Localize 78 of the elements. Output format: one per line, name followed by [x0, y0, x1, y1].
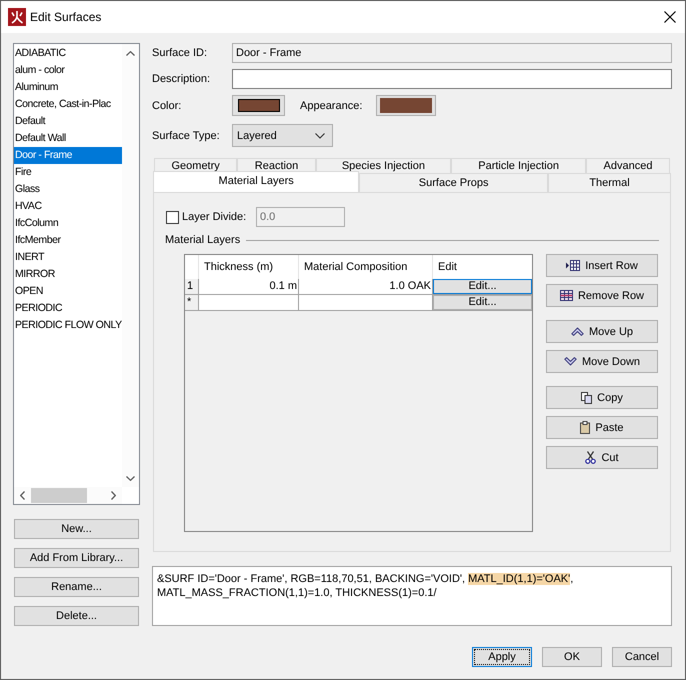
copy-icon — [581, 392, 592, 404]
corner-cell — [185, 255, 199, 279]
row-header: * — [185, 295, 199, 311]
tab[interactable]: Material Layers — [153, 171, 360, 192]
paste-button[interactable]: Paste — [546, 416, 658, 439]
field-label: Color: — [152, 100, 182, 112]
tab[interactable]: Species Injection — [316, 158, 452, 173]
insert-row-button[interactable]: Insert Row — [546, 254, 658, 277]
surface-type-dropdown[interactable]: Layered — [232, 124, 333, 147]
tab[interactable]: Particle Injection — [451, 158, 586, 173]
field-label: Surface Type: — [152, 130, 221, 142]
group-title: Material Layers — [165, 234, 240, 246]
list-item[interactable]: alum - color — [14, 62, 122, 79]
list-action-button[interactable]: New... — [14, 519, 139, 539]
list-action-button[interactable]: Rename... — [14, 577, 139, 597]
remove-row-button[interactable]: Remove Row — [546, 284, 658, 307]
list-item[interactable]: OPEN — [14, 283, 122, 300]
list-item[interactable]: IfcMember — [14, 232, 122, 249]
list-action-button[interactable]: Delete... — [14, 606, 139, 626]
column-header[interactable]: Thickness (m) — [199, 255, 299, 279]
table-cell: 1.0 OAK — [299, 279, 433, 295]
chevron-right-icon[interactable] — [111, 491, 116, 500]
copy-button[interactable]: Copy — [546, 386, 658, 409]
horizontal-scrollbar[interactable] — [14, 487, 122, 504]
chevron-up-icon[interactable] — [126, 51, 135, 56]
surface-list[interactable]: ADIABATIC alum - color Aluminum Concrete, Cast-in-Plac Default Default Wall Door - Frame Fire Glass HVAC IfcColumn IfcMember INERT MIRROR OPEN PERIODIC PERIODIC FLOW ONLY — [13, 43, 140, 505]
table-cell: 0.1 m — [199, 279, 299, 295]
dialog-button[interactable]: OK — [542, 647, 602, 667]
grid-arrow-icon — [566, 260, 580, 271]
list-item[interactable]: Default Wall — [14, 130, 122, 147]
vertical-scrollbar[interactable] — [122, 44, 139, 487]
move-up-button[interactable]: Move Up — [546, 320, 658, 343]
app-logo-icon — [8, 8, 26, 26]
list-item[interactable]: Door - Frame — [14, 147, 122, 164]
list-item[interactable]: MIRROR — [14, 266, 122, 283]
edit-button[interactable]: Edit... — [433, 279, 532, 294]
tab[interactable]: Advanced — [586, 158, 670, 173]
checkbox-label: Layer Divide: — [182, 211, 248, 223]
edit-button[interactable]: Edit... — [433, 295, 532, 310]
chevron-down-icon[interactable] — [126, 476, 135, 481]
appearance-button[interactable] — [376, 95, 436, 116]
tab[interactable]: Surface Props — [359, 173, 548, 192]
window-title: Edit Surfaces — [30, 10, 102, 24]
scrollbar-thumb[interactable] — [31, 488, 87, 503]
grid-crossed-icon — [560, 290, 573, 301]
field-label: Description: — [152, 73, 212, 85]
column-header[interactable]: Material Composition — [299, 255, 433, 279]
column-header[interactable]: Edit — [433, 255, 532, 279]
namelist-text: &SURF ID='Door - Frame', RGB=118,70,51, BACKING='VOID', MATL_ID(1,1)='OAK', MATL_MASS_FRACTION(1,1)=1.0, THICKNESS(1)=0.1/ — [152, 566, 672, 626]
list-item[interactable]: INERT — [14, 249, 122, 266]
move-down-button[interactable]: Move Down — [546, 350, 658, 373]
list-item[interactable]: Default — [14, 113, 122, 130]
clipboard-icon — [580, 421, 590, 434]
cut-button[interactable]: Cut — [546, 446, 658, 469]
field-label: Appearance: — [300, 100, 364, 112]
dialog-button[interactable]: Apply — [472, 647, 532, 667]
tab[interactable]: Thermal — [548, 173, 671, 192]
chevron-down-icon — [564, 357, 577, 366]
description-field[interactable] — [232, 69, 672, 89]
list-item[interactable]: Aluminum — [14, 79, 122, 96]
list-item[interactable]: IfcColumn — [14, 215, 122, 232]
scissors-icon — [585, 451, 596, 464]
list-action-button[interactable]: Add From Library... — [14, 548, 139, 568]
row-header: 1 — [185, 279, 199, 295]
chevron-left-icon[interactable] — [20, 491, 25, 500]
list-item[interactable]: PERIODIC — [14, 300, 122, 317]
chevron-down-icon — [315, 132, 325, 138]
close-icon[interactable] — [664, 11, 676, 23]
chevron-up-icon — [570, 327, 584, 336]
list-item[interactable]: PERIODIC FLOW ONLY — [14, 317, 122, 334]
color-picker-button[interactable] — [232, 95, 285, 116]
list-item[interactable]: Fire — [14, 164, 122, 181]
field-label: Surface ID: — [152, 47, 208, 59]
list-item[interactable]: ADIABATIC — [14, 45, 122, 62]
list-item[interactable]: HVAC — [14, 198, 122, 215]
list-item[interactable]: Glass — [14, 181, 122, 198]
list-item[interactable]: Concrete, Cast-in-Plac — [14, 96, 122, 113]
dialog-button[interactable]: Cancel — [612, 647, 672, 667]
